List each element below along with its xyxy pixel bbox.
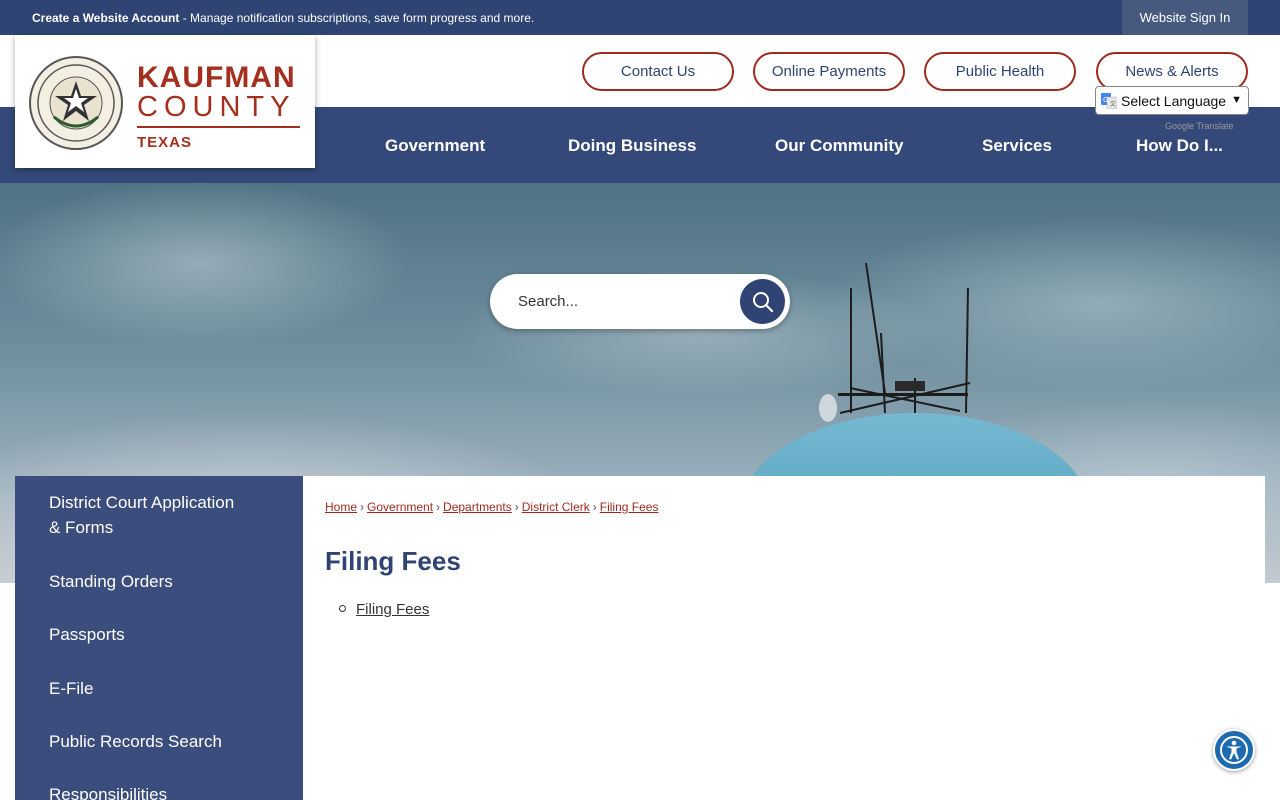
breadcrumb-government[interactable]: Government: [367, 500, 433, 514]
sidebar-item-responsibilities[interactable]: Responsibilities: [49, 782, 167, 800]
contact-us-button[interactable]: Contact Us: [582, 52, 734, 91]
nav-how-do-i[interactable]: How Do I...: [1136, 136, 1223, 156]
page-title: Filing Fees: [325, 546, 461, 576]
sidebar-item-label: & Forms: [49, 518, 114, 537]
sidebar-item-e-file[interactable]: E-File: [49, 676, 93, 701]
logo-state: TEXAS: [137, 134, 193, 151]
texas-star-seal: [29, 56, 123, 150]
breadcrumb-filing-fees[interactable]: Filing Fees: [600, 500, 659, 514]
language-select[interactable]: G 文 Select Language ▼: [1095, 86, 1249, 115]
language-select-label: Select Language: [1121, 92, 1227, 109]
nav-doing-business[interactable]: Doing Business: [568, 136, 696, 156]
accessibility-button[interactable]: [1213, 729, 1255, 771]
google-translate-icon: G 文: [1101, 92, 1117, 109]
accessibility-icon: [1220, 736, 1248, 764]
list-bullet: [339, 605, 346, 612]
filing-fees-link[interactable]: Filing Fees: [356, 601, 429, 618]
sidebar-item-district-court-application[interactable]: District Court Application & Forms: [49, 490, 234, 540]
create-account-link[interactable]: Create a Website Account: [32, 11, 179, 25]
account-message-text: - Manage notification subscriptions, sav…: [179, 11, 535, 25]
nav-our-community[interactable]: Our Community: [775, 136, 903, 156]
search-input[interactable]: [518, 274, 728, 329]
sidebar-item-label: District Court Application: [49, 493, 235, 512]
svg-text:文: 文: [1110, 100, 1116, 108]
sidebar-item-passports[interactable]: Passports: [49, 622, 125, 647]
account-message: Create a Website Account - Manage notifi…: [32, 11, 534, 25]
search-button[interactable]: [740, 279, 785, 324]
sidebar-item-standing-orders[interactable]: Standing Orders: [49, 569, 173, 594]
logo-subtitle: COUNTY: [137, 91, 296, 123]
top-bar: Create a Website Account - Manage notifi…: [0, 0, 1280, 35]
kaufman-county-logo[interactable]: KAUFMAN COUNTY TEXAS: [15, 35, 315, 168]
nav-government[interactable]: Government: [385, 136, 485, 156]
magnifier-icon: [752, 291, 773, 312]
public-health-button[interactable]: Public Health: [924, 52, 1076, 91]
site-search: [490, 274, 790, 329]
breadcrumb: Home › Government › Departments › District Cle…: [325, 500, 659, 514]
breadcrumb-home[interactable]: Home: [325, 500, 357, 514]
website-sign-in-button[interactable]: Website Sign In: [1122, 0, 1248, 35]
logo-divider: [137, 126, 300, 128]
powered-by-google[interactable]: Google Translate: [1165, 121, 1234, 131]
svg-text:G: G: [1103, 96, 1108, 104]
sidebar-item-public-records-search[interactable]: Public Records Search: [49, 729, 222, 754]
nav-services[interactable]: Services: [982, 136, 1052, 156]
online-payments-button[interactable]: Online Payments: [753, 52, 905, 91]
breadcrumb-district-clerk[interactable]: District Clerk: [522, 500, 590, 514]
chevron-down-icon: ▼: [1231, 94, 1242, 106]
breadcrumb-departments[interactable]: Departments: [443, 500, 512, 514]
main-content: [303, 476, 1265, 800]
logo-title: KAUFMAN: [137, 61, 296, 94]
